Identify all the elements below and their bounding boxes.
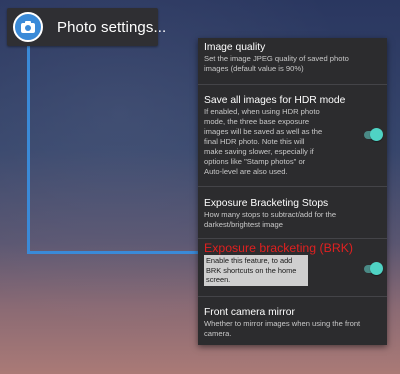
setting-title: Save all images for HDR mode [204, 95, 346, 106]
brk-toggle[interactable] [364, 262, 383, 275]
setting-description: If enabled, when using HDR photo mode, t… [204, 107, 323, 176]
toggle-knob [370, 262, 383, 275]
setting-save-hdr-images[interactable]: Save all images for HDR mode If enabled,… [198, 94, 387, 177]
setting-description: How many stops to subtract/add for the d… [204, 210, 337, 229]
divider [198, 238, 387, 239]
setting-description: Whether to mirror images when using the … [204, 319, 361, 338]
divider [198, 84, 387, 85]
photo-settings-chip[interactable]: Photo settings... [7, 8, 166, 46]
setting-image-quality[interactable]: Image quality Set the image JPEG quality… [198, 41, 387, 74]
photo-settings-panel: Image quality Set the image JPEG quality… [198, 38, 387, 345]
save-hdr-toggle[interactable] [364, 128, 383, 141]
camera-icon [13, 12, 43, 42]
callout-line-vertical [27, 46, 30, 254]
toggle-knob [370, 128, 383, 141]
setting-title-highlighted: Exposure bracketing (BRK) [204, 241, 353, 255]
callout-line-horizontal [27, 251, 202, 254]
setting-exposure-bracketing-brk[interactable]: Exposure bracketing (BRK) Enable this fe… [198, 241, 387, 286]
setting-front-camera-mirror[interactable]: Front camera mirror Whether to mirror im… [198, 306, 387, 339]
divider [198, 296, 387, 297]
setting-description-highlighted: Enable this feature, to add BRK shortcut… [204, 255, 308, 286]
setting-title: Image quality [204, 42, 266, 53]
divider [198, 186, 387, 187]
setting-title: Front camera mirror [204, 307, 295, 318]
chip-label: Photo settings... [57, 19, 167, 36]
setting-description: Set the image JPEG quality of saved phot… [204, 54, 349, 73]
setting-exposure-bracketing-stops[interactable]: Exposure Bracketing Stops How many stops… [198, 197, 387, 230]
setting-title: Exposure Bracketing Stops [204, 198, 329, 209]
